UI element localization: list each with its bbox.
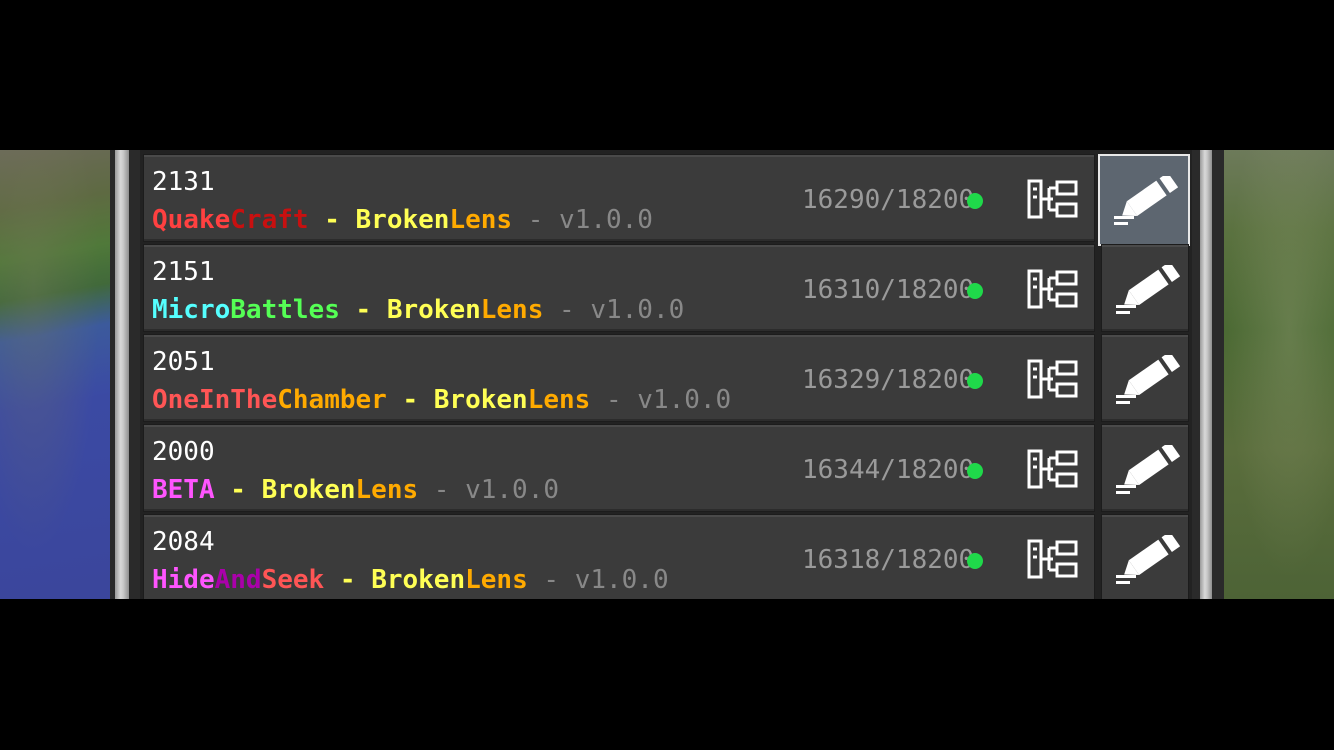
game-background: 2131 QuakeCraft - BrokenLens - v1.0.0 1629… [0, 150, 1334, 599]
player-count: 16310/18200 [802, 275, 975, 305]
server-name-part: OneInThe [152, 385, 278, 415]
status-online-icon [967, 283, 983, 299]
scrollbar-thumb[interactable] [1200, 150, 1212, 599]
title-separator: - [308, 205, 356, 235]
server-name-part: Seek [261, 565, 325, 595]
server-tree-icon[interactable] [1027, 539, 1079, 579]
title-separator: - [324, 565, 372, 595]
server-title: MicroBattles - BrokenLens - v1.0.0 [152, 295, 684, 325]
frame-bar-left [115, 150, 129, 599]
world-background-left [0, 150, 112, 599]
server-author-part: Lens [355, 475, 419, 505]
player-count: 16290/18200 [802, 185, 975, 215]
server-author-part: Lens [465, 565, 528, 595]
server-version: - v1.0.0 [418, 475, 560, 505]
server-author-part: Lens [480, 295, 544, 325]
pencil-edit-icon [1116, 535, 1180, 584]
server-tree-icon[interactable] [1027, 449, 1079, 489]
server-row[interactable]: 2084 HideAndSeek - BrokenLens - v1.0.0 163… [143, 514, 1095, 599]
pencil-edit-icon [1116, 445, 1180, 494]
server-author-part: Lens [449, 205, 513, 235]
edit-server-button[interactable] [1101, 244, 1189, 332]
server-ping: 2084 [152, 527, 215, 557]
title-separator: - [339, 295, 387, 325]
server-author-part: Broken [386, 295, 481, 325]
server-row[interactable]: 2151 MicroBattles - BrokenLens - v1.0.0 16… [143, 244, 1095, 332]
server-tree-icon[interactable] [1027, 269, 1079, 309]
server-name-part: Quake [152, 205, 231, 235]
server-ping: 2051 [152, 347, 215, 377]
server-name-part: Chamber [277, 385, 387, 415]
list-frame-left [110, 150, 140, 599]
server-ping: 2131 [152, 167, 215, 197]
server-author-part: Lens [527, 385, 591, 415]
title-separator: - [386, 385, 434, 415]
status-online-icon [967, 373, 983, 389]
server-ping: 2151 [152, 257, 215, 287]
player-count: 16344/18200 [802, 455, 975, 485]
server-version: - v1.0.0 [543, 295, 685, 325]
server-name-part: BETA [152, 475, 215, 505]
server-name-part: And [214, 565, 262, 595]
server-name-part: Battles [230, 295, 340, 325]
edit-server-button[interactable] [1098, 154, 1190, 246]
player-count: 16329/18200 [802, 365, 975, 395]
server-name-part: Craft [230, 205, 309, 235]
pencil-edit-icon [1116, 265, 1180, 314]
server-version: - v1.0.0 [590, 385, 732, 415]
server-author-part: Broken [433, 385, 528, 415]
status-online-icon [967, 553, 983, 569]
server-name-part: Micro [152, 295, 231, 325]
status-online-icon [967, 193, 983, 209]
server-list: 2131 QuakeCraft - BrokenLens - v1.0.0 1629… [140, 150, 1192, 599]
server-row[interactable]: 2000 BETA - BrokenLens - v1.0.0 16344/1820… [143, 424, 1095, 512]
status-online-icon [967, 463, 983, 479]
server-title: OneInTheChamber - BrokenLens - v1.0.0 [152, 385, 731, 415]
server-tree-icon[interactable] [1027, 359, 1079, 399]
edit-server-button[interactable] [1101, 514, 1189, 599]
world-background-right [1222, 150, 1334, 599]
server-title: HideAndSeek - BrokenLens - v1.0.0 [152, 565, 669, 595]
pencil-edit-icon [1114, 176, 1178, 225]
server-author-part: Broken [261, 475, 356, 505]
player-count: 16318/18200 [802, 545, 975, 575]
server-title: QuakeCraft - BrokenLens - v1.0.0 [152, 205, 653, 235]
server-version: - v1.0.0 [512, 205, 653, 235]
server-author-part: Broken [371, 565, 466, 595]
scrollbar-track[interactable] [1192, 150, 1224, 599]
server-name-part: Hide [152, 565, 215, 595]
server-row[interactable]: 2051 OneInTheChamber - BrokenLens - v1.0.… [143, 334, 1095, 422]
edit-server-button[interactable] [1101, 424, 1189, 512]
server-version: - v1.0.0 [527, 565, 669, 595]
server-author-part: Broken [355, 205, 450, 235]
server-row[interactable]: 2131 QuakeCraft - BrokenLens - v1.0.0 1629… [143, 154, 1095, 242]
server-ping: 2000 [152, 437, 215, 467]
pencil-edit-icon [1116, 355, 1180, 404]
title-separator: - [214, 475, 262, 505]
server-tree-icon[interactable] [1027, 179, 1079, 219]
server-title: BETA - BrokenLens - v1.0.0 [152, 475, 559, 505]
edit-server-button[interactable] [1101, 334, 1189, 422]
